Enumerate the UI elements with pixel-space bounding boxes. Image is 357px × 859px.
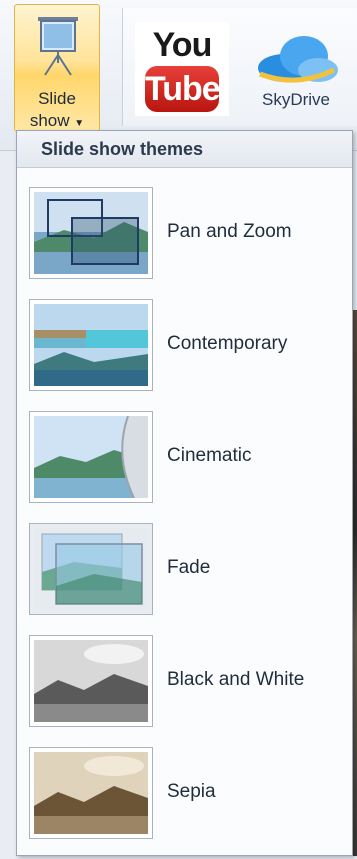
ribbon: Slide show ▼ You Tube SkyDrive: [0, 0, 357, 151]
theme-label: Contemporary: [167, 333, 288, 354]
theme-item-contemporary[interactable]: Contemporary: [17, 299, 352, 411]
youtube-button[interactable]: You Tube: [135, 22, 229, 116]
projector-icon: [38, 17, 78, 76]
sepia-thumbnail: [29, 747, 153, 839]
theme-label: Black and White: [167, 669, 305, 690]
slideshow-button[interactable]: Slide show ▼: [14, 4, 100, 132]
theme-label: Fade: [167, 557, 211, 578]
cloud-icon: [258, 36, 338, 83]
menu-header: Slide show themes: [17, 131, 352, 168]
youtube-logo-bottom: Tube: [145, 70, 221, 108]
theme-item-cinematic[interactable]: Cinematic: [17, 411, 352, 523]
theme-label: Cinematic: [167, 445, 252, 466]
slideshow-themes-menu: Slide show themes Pan and Zoom Contempor…: [16, 130, 353, 856]
menu-header-label: Slide show themes: [41, 139, 204, 159]
pan-zoom-thumbnail: [29, 187, 153, 279]
cinematic-thumbnail: [29, 411, 153, 503]
theme-item-sepia[interactable]: Sepia: [17, 747, 352, 859]
fade-thumbnail: [29, 523, 153, 615]
skydrive-label: SkyDrive: [261, 90, 330, 109]
black-white-thumbnail: [29, 635, 153, 727]
contemporary-thumbnail: [29, 299, 153, 391]
dropdown-arrow-icon: ▼: [74, 118, 85, 129]
theme-item-pan-and-zoom[interactable]: Pan and Zoom: [17, 187, 352, 299]
skydrive-button[interactable]: SkyDrive: [248, 30, 344, 120]
youtube-logo-top: You: [152, 26, 213, 64]
theme-item-fade[interactable]: Fade: [17, 523, 352, 635]
theme-label: Sepia: [167, 781, 216, 802]
slideshow-label-line1: Slide: [38, 89, 76, 108]
theme-label: Pan and Zoom: [167, 221, 292, 242]
theme-item-black-and-white[interactable]: Black and White: [17, 635, 352, 747]
